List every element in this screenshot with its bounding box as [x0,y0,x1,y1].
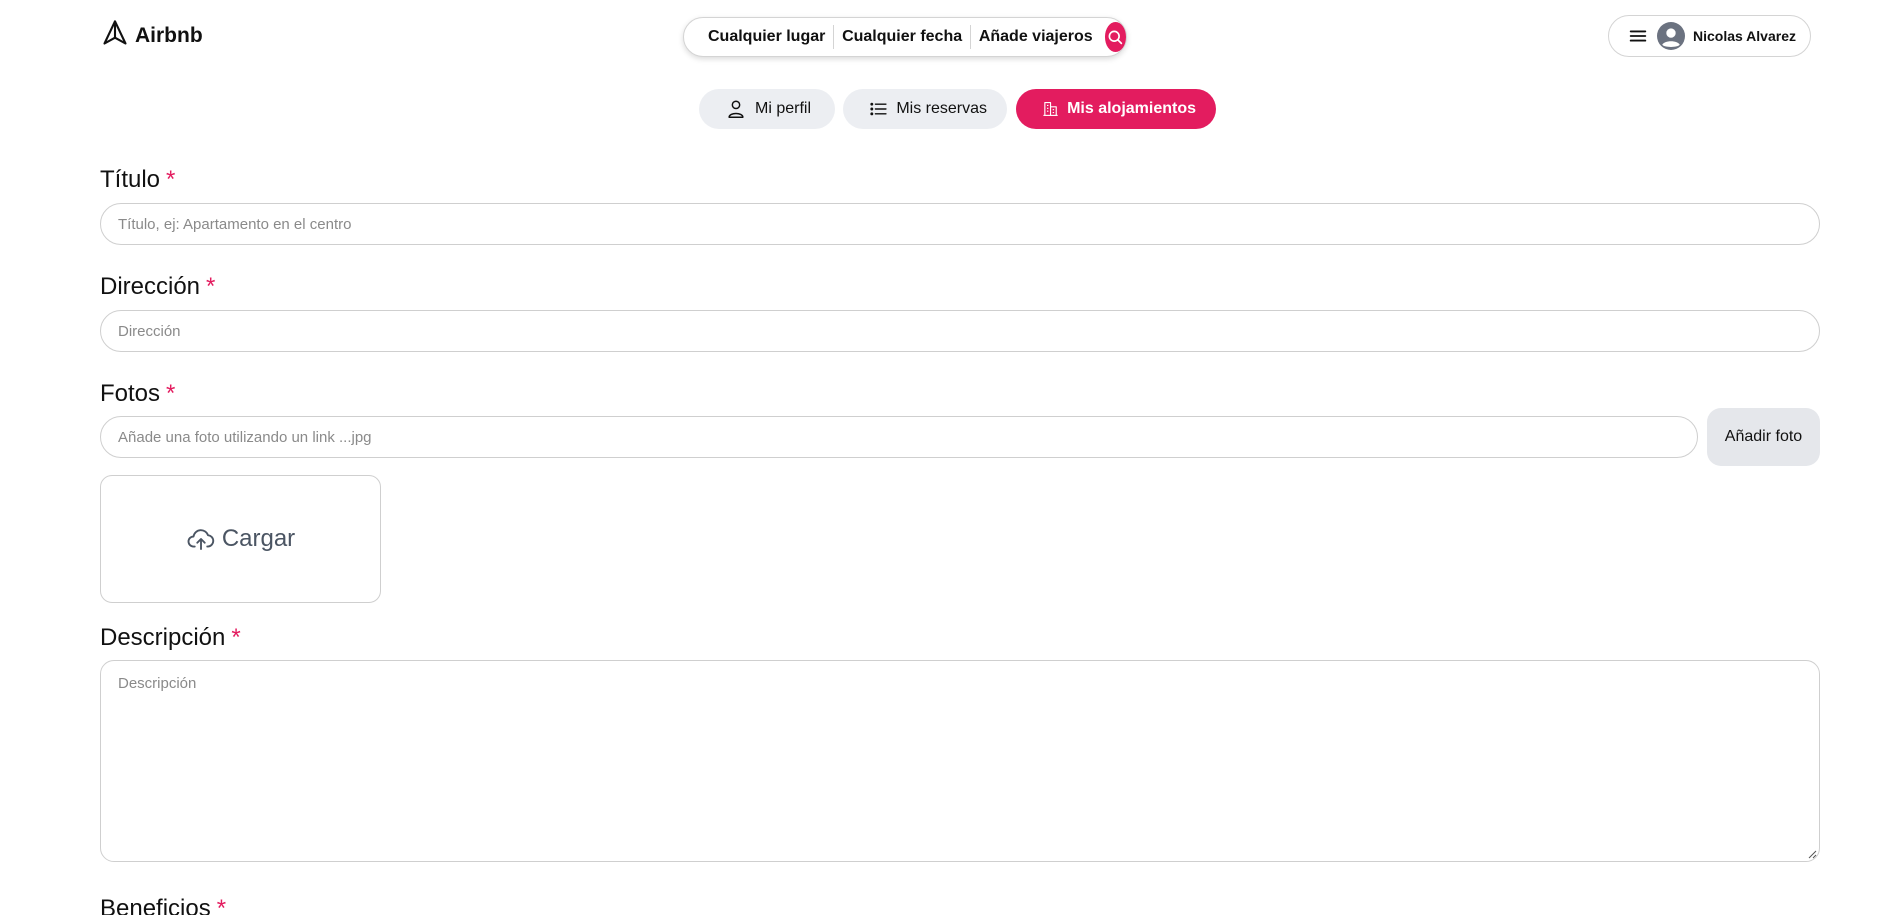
search-place[interactable]: Cualquier lugar [706,28,833,46]
search-guests[interactable]: Añade viajeros [971,28,1101,46]
search-bar[interactable]: Cualquier lugar Cualquier fecha Añade vi… [683,17,1127,57]
address-label-text: Dirección [100,273,201,300]
benefits-label-text: Beneficios [100,895,211,915]
title-placeholder: Título, ej: Apartamento en el centro [118,215,352,233]
add-photo-button[interactable]: Añadir foto [1707,408,1820,466]
hamburger-menu-icon [1627,25,1649,47]
page: Airbnb Cualquier lugar Cualquier fecha A… [0,0,1903,915]
airbnb-logo[interactable]: Airbnb [101,20,203,52]
account-tabs: Mi perfil Mis reservas Mis alojamientos [0,89,1903,129]
required-asterisk: * [166,380,176,407]
description-textarea[interactable]: Descripción [100,660,1820,862]
paper-plane-icon [101,18,129,54]
photos-label-text: Fotos [100,380,161,407]
required-asterisk: * [216,895,227,915]
required-asterisk: * [231,624,241,651]
search-date[interactable]: Cualquier fecha [834,28,970,46]
address-placeholder: Dirección [118,322,181,340]
title-label-text: Título [100,166,161,193]
resize-handle-icon[interactable] [1807,849,1817,859]
title-input[interactable]: Título, ej: Apartamento en el centro [100,203,1820,245]
search-icon [1108,30,1123,45]
required-asterisk: * [206,273,216,300]
tab-listings[interactable]: Mis alojamientos [1016,89,1216,129]
upload-label: Cargar [221,525,296,552]
list-icon [870,102,887,116]
benefits-label: Beneficios * [100,895,226,915]
cloud-upload-icon [187,529,214,550]
address-label: Dirección * [100,273,215,301]
tab-label: Mi perfil [755,100,812,117]
user-avatar-icon [1657,22,1685,50]
user-menu-button[interactable]: Nicolas Alvarez [1608,15,1811,57]
description-placeholder: Descripción [118,675,197,692]
tab-label: Mis alojamientos [1067,100,1196,117]
tab-label: Mis reservas [896,100,987,117]
upload-photo-button[interactable]: Cargar [100,475,381,603]
photo-link-placeholder: Añade una foto utilizando un link ...jpg [118,428,372,446]
photos-label: Fotos * [100,380,175,408]
avatar [1657,22,1685,50]
photo-link-input[interactable]: Añade una foto utilizando un link ...jpg [100,416,1698,458]
required-asterisk: * [166,166,176,193]
address-input[interactable]: Dirección [100,310,1820,352]
title-label: Título * [100,166,175,194]
description-label-text: Descripción [100,624,226,651]
buildings-icon [1043,102,1058,116]
search-button[interactable] [1104,22,1127,52]
description-label: Descripción * [100,624,241,652]
top-header: Airbnb Cualquier lugar Cualquier fecha A… [0,0,1903,72]
tab-profile[interactable]: Mi perfil [699,89,835,129]
user-icon [728,100,744,118]
user-name: Nicolas Alvarez [1693,28,1796,44]
logo-text: Airbnb [135,24,203,47]
tab-reservations[interactable]: Mis reservas [843,89,1007,129]
